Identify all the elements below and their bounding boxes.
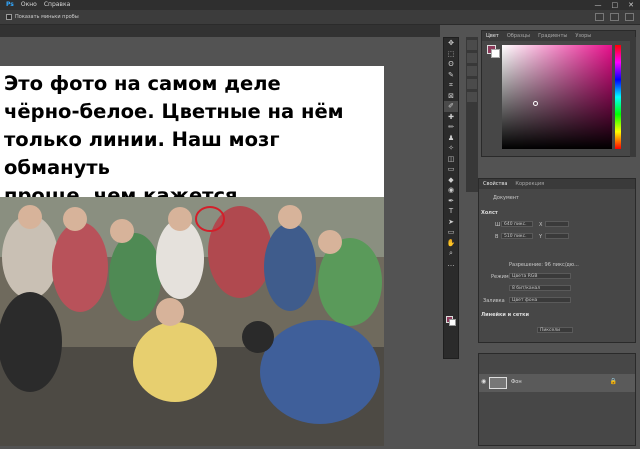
- paragraph-icon[interactable]: [467, 92, 477, 102]
- color-picker-field[interactable]: [502, 45, 612, 149]
- shape-icon[interactable]: ▭: [444, 227, 458, 238]
- hue-slider[interactable]: [615, 45, 621, 149]
- width-field[interactable]: 640 пикс.: [501, 221, 533, 227]
- tooltips-checkbox[interactable]: [6, 14, 12, 20]
- layer-name: Фон: [511, 379, 522, 385]
- history-brush-icon[interactable]: ✧: [444, 143, 458, 154]
- x-field[interactable]: [545, 221, 569, 227]
- minimize-button[interactable]: —: [595, 0, 602, 10]
- units-dropdown[interactable]: Пиксели: [537, 327, 573, 333]
- search-icon[interactable]: [595, 13, 604, 21]
- visibility-eye-icon[interactable]: ◉: [481, 378, 486, 385]
- tools-panel: ✥ ⬚ ʘ ✎ ⌗ ⊠ ✐ ✚ ✏ ♟ ✧ ◫ ▭ ◆ ◉ ✒ T ➤ ▭ ✋ …: [443, 37, 459, 359]
- photo-image: [0, 197, 384, 446]
- color-panel: Цвет Образцы Градиенты Узоры: [481, 30, 636, 157]
- fill-label: Заливка: [483, 298, 505, 304]
- tab-properties[interactable]: Свойства: [483, 179, 507, 189]
- layer-thumbnail: [489, 377, 507, 389]
- quick-select-icon[interactable]: ✎: [444, 70, 458, 81]
- stamp-icon[interactable]: ♟: [444, 133, 458, 144]
- tab-patterns[interactable]: Узоры: [575, 31, 591, 41]
- color-panel-bg-chip[interactable]: [491, 49, 500, 58]
- panel-icon-strip: [466, 37, 478, 192]
- tab-color[interactable]: Цвет: [486, 31, 499, 41]
- maximize-button[interactable]: □: [612, 0, 619, 10]
- height-label: В: [495, 234, 499, 240]
- menu-item-window[interactable]: Окно: [21, 0, 37, 10]
- marquee-icon[interactable]: ⬚: [444, 49, 458, 60]
- crop-icon[interactable]: ⌗: [444, 80, 458, 91]
- eyedropper-icon[interactable]: ✐: [444, 101, 458, 112]
- blur-icon[interactable]: ◆: [444, 175, 458, 186]
- tooltips-label: Показать миньки пробы: [15, 14, 79, 20]
- brush-settings-icon[interactable]: [467, 66, 477, 76]
- tab-gradients[interactable]: Градиенты: [538, 31, 567, 41]
- properties-panel: Свойства Коррекция Документ Холст Ш 640 …: [478, 178, 636, 343]
- path-select-icon[interactable]: ➤: [444, 217, 458, 228]
- document-canvas[interactable]: Это фото на самом деле чёрно-белое. Цвет…: [0, 66, 384, 446]
- frame-icon[interactable]: ⊠: [444, 91, 458, 102]
- eraser-icon[interactable]: ◫: [444, 154, 458, 165]
- tab-adjustments[interactable]: Коррекция: [515, 179, 544, 189]
- zoom-icon[interactable]: ⌕: [444, 248, 458, 259]
- y-field[interactable]: [545, 233, 569, 239]
- workspace-icon[interactable]: [610, 13, 619, 21]
- move-icon[interactable]: ✥: [444, 38, 458, 49]
- tab-swatches[interactable]: Образцы: [507, 31, 530, 41]
- mode-dropdown[interactable]: Цвета RGB: [509, 273, 571, 279]
- background-color-swatch[interactable]: [449, 319, 456, 326]
- hand-icon[interactable]: ✋: [444, 238, 458, 249]
- dodge-icon[interactable]: ◉: [444, 185, 458, 196]
- layer-row[interactable]: ◉ Фон 🔒: [479, 374, 635, 392]
- canvas-section-title[interactable]: Холст: [481, 210, 631, 216]
- lasso-icon[interactable]: ʘ: [444, 59, 458, 70]
- type-icon[interactable]: T: [444, 206, 458, 217]
- height-field[interactable]: 510 пикс.: [501, 233, 533, 239]
- brush-icon[interactable]: ✏: [444, 122, 458, 133]
- close-button[interactable]: ✕: [628, 0, 634, 10]
- ps-logo-icon[interactable]: Ps: [6, 0, 14, 10]
- pen-icon[interactable]: ✒: [444, 196, 458, 207]
- actions-icon[interactable]: [467, 53, 477, 63]
- more-icon[interactable]: …: [444, 259, 458, 270]
- menu-item-help[interactable]: Справка: [44, 0, 70, 10]
- panel-scrollbar[interactable]: [630, 37, 636, 157]
- resolution-text: Разрешение: 96 пикс/дю...: [509, 262, 579, 268]
- properties-tabs: Свойства Коррекция: [479, 179, 635, 189]
- mode-label: Режим: [491, 274, 509, 280]
- menu-bar: Ps Окно Справка — □ ✕: [0, 0, 640, 10]
- x-label: X: [539, 222, 543, 228]
- healing-icon[interactable]: ✚: [444, 112, 458, 123]
- gradient-icon[interactable]: ▭: [444, 164, 458, 175]
- layers-panel: ◉ Фон 🔒: [478, 353, 636, 446]
- options-bar: Показать миньки пробы: [0, 10, 640, 25]
- document-label: Документ: [493, 195, 519, 201]
- fill-dropdown[interactable]: Цвет фона: [509, 297, 571, 303]
- bits-dropdown[interactable]: 8 бит/канал: [509, 285, 571, 291]
- photoshop-window: Ps Окно Справка — □ ✕ Показать миньки пр…: [0, 0, 640, 449]
- picker-cursor[interactable]: [533, 101, 538, 106]
- color-panel-tabs: Цвет Образцы Градиенты Узоры: [482, 31, 635, 41]
- caption-text: Это фото на самом деле чёрно-белое. Цвет…: [4, 72, 344, 207]
- character-icon[interactable]: [467, 79, 477, 89]
- share-icon[interactable]: [625, 13, 634, 21]
- window-controls: — □ ✕: [595, 0, 635, 10]
- lock-icon[interactable]: 🔒: [610, 378, 617, 385]
- document-tabs: [0, 25, 440, 37]
- options-right-icons: [595, 13, 634, 21]
- guides-section-title[interactable]: Линейки и сетки: [481, 312, 631, 318]
- width-label: Ш: [495, 222, 501, 228]
- y-label: Y: [539, 234, 543, 240]
- history-icon[interactable]: [467, 40, 477, 50]
